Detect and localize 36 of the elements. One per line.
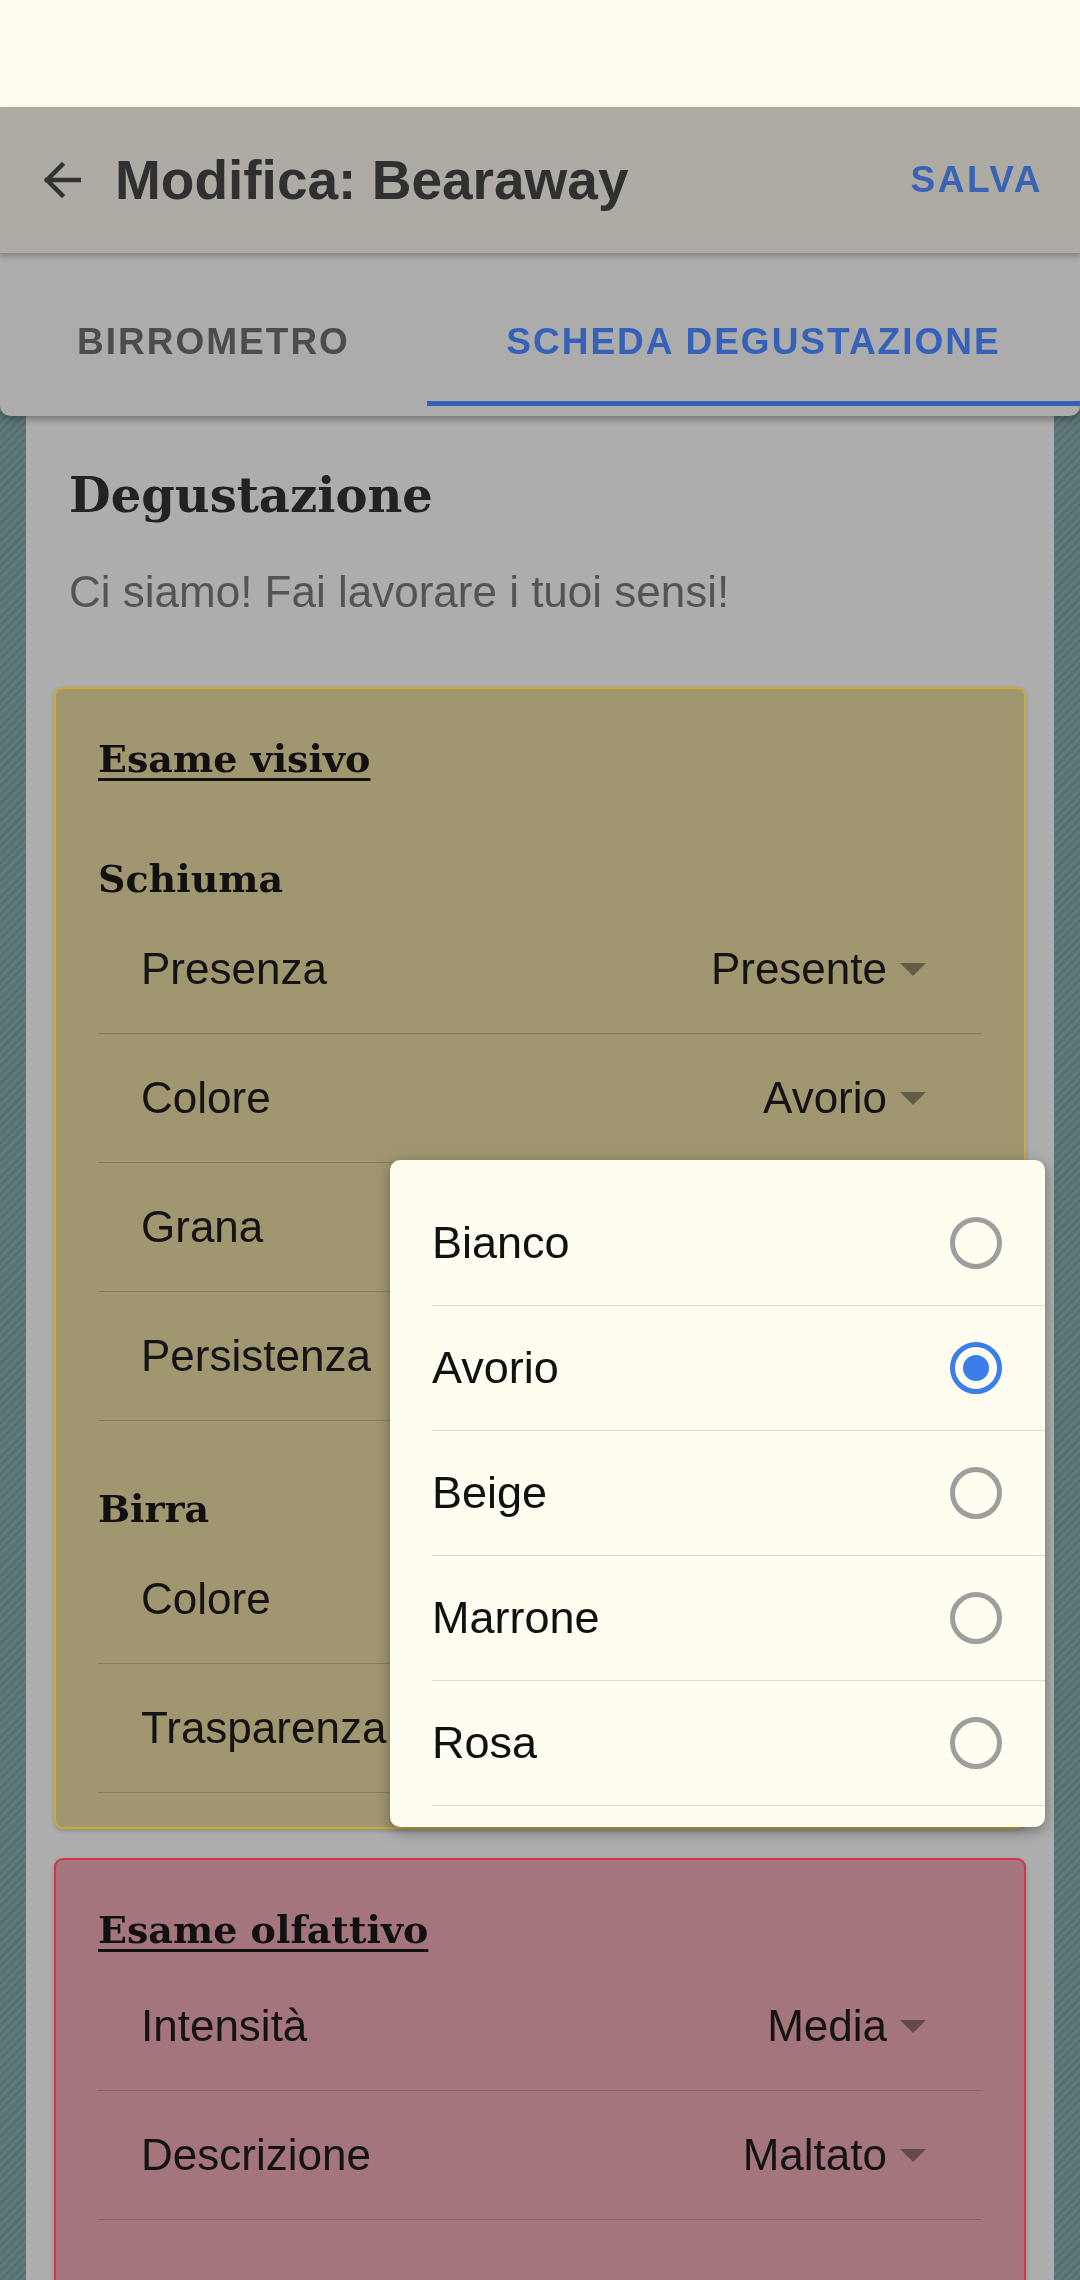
section-title: Esame visivo	[98, 735, 371, 783]
app-bar-title: Modifica: Bearaway	[115, 148, 630, 212]
value-dropdown[interactable]: Media	[767, 2001, 926, 2051]
option-label: Marrone	[432, 1592, 600, 1644]
tab[interactable]: BIRROMETRO	[0, 253, 427, 406]
section-title: Esame olfattivo	[98, 1906, 429, 1954]
back-button[interactable]	[43, 161, 81, 199]
option-label: Rosa	[432, 1717, 538, 1769]
dropdown-option[interactable]: Avorio	[432, 1306, 1045, 1431]
caret-icon	[900, 1091, 926, 1105]
group-title: Birra	[98, 1485, 210, 1533]
row-label: Presenza	[140, 944, 327, 994]
back-arrow-icon	[43, 161, 81, 199]
row-label: Grana	[140, 1202, 264, 1252]
option-label: Beige	[432, 1467, 548, 1519]
value-dropdown[interactable]: Presente	[710, 944, 926, 994]
row-label: Descrizione	[140, 2130, 371, 2180]
option-label: Bianco	[432, 1217, 570, 1269]
row-label: Trasparenza	[140, 1703, 387, 1753]
row-label: Persistenza	[140, 1331, 371, 1381]
dropdown-option[interactable]: Bianco	[432, 1181, 1045, 1306]
caret-icon	[900, 2148, 926, 2162]
page-title: Degustazione	[69, 466, 433, 525]
row-label: Colore	[140, 1073, 271, 1123]
dropdown-option[interactable]: Rosa	[432, 1681, 1045, 1806]
row-label: Colore	[140, 1574, 271, 1624]
page-subtitle: Ci siamo! Fai lavorare i tuoi sensi!	[69, 566, 730, 618]
caret-icon	[900, 962, 926, 976]
caret-icon	[900, 2019, 926, 2033]
value-dropdown[interactable]: Maltato	[742, 2130, 926, 2180]
dropdown-option[interactable]: Marrone	[432, 1556, 1045, 1681]
group-title: Schiuma	[98, 855, 284, 903]
dropdown-option[interactable]: Beige	[432, 1431, 1045, 1556]
value-dropdown[interactable]: Avorio	[763, 1073, 926, 1123]
option-label: Avorio	[432, 1342, 559, 1394]
row-label: Intensità	[140, 2001, 308, 2051]
